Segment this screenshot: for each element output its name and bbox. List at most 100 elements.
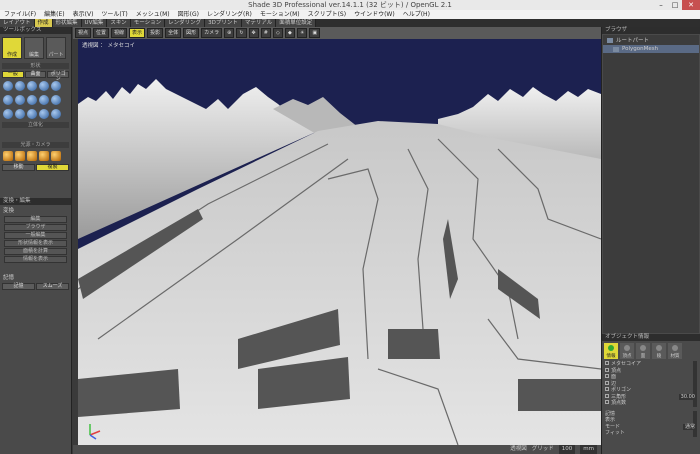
workspace-tab[interactable]: レンダリング [165,19,206,27]
general-edit-button[interactable]: 一般編集 [4,232,67,239]
tree-item-polygonmesh[interactable]: PolygonMesh [603,45,699,53]
create-tab-surface[interactable]: 曲面 [24,71,47,78]
tool-part-button[interactable]: パート [46,37,66,59]
menu-item[interactable]: メッシュ(M) [132,10,174,19]
footer-value[interactable] [693,430,697,437]
checkbox-icon[interactable] [605,400,609,404]
line-icon[interactable] [15,109,25,119]
cone-icon[interactable] [27,81,37,91]
projection-button[interactable]: 投影 [147,28,164,38]
menu-item[interactable]: ウインドウ(W) [350,10,399,19]
workspace-tab[interactable]: スキン [107,19,131,27]
text-shape-icon[interactable] [51,95,61,105]
rotate-icon[interactable]: ↻ [236,28,247,38]
attr-tab-info[interactable]: 情報 [604,343,618,359]
memory-button[interactable]: 記憶 [2,283,35,290]
tool-edit-button[interactable]: 編集 [24,37,44,59]
status-grid-value[interactable]: 100 [558,445,576,454]
checkbox-icon[interactable] [605,387,609,391]
close-icon[interactable]: ✕ [682,0,700,10]
display-button[interactable]: 表示 [129,28,146,38]
tool-create-button[interactable]: 作成 [2,37,22,59]
move-button[interactable]: 移動 [2,164,35,171]
workspace-tab[interactable]: 3Dプリント [205,19,242,27]
light-toggle-icon[interactable]: ☀ [296,28,308,38]
path-icon[interactable] [51,109,61,119]
box-icon[interactable] [3,95,13,105]
pan-icon[interactable]: ✥ [248,28,259,38]
menu-item[interactable]: ファイル(F) [0,10,40,19]
polyline-icon[interactable] [27,109,37,119]
tree-item-root[interactable]: ルートパート [603,35,699,45]
menu-item[interactable]: ツール(T) [97,10,131,19]
workspace-tab[interactable]: UV編集 [81,19,108,27]
capsule-icon[interactable] [15,95,25,105]
render-icon[interactable]: ▣ [309,28,321,38]
minimize-icon[interactable]: – [654,0,668,10]
sphere-icon[interactable] [3,81,13,91]
attr-tab-face[interactable]: 面 [636,343,650,359]
shape-button[interactable]: 図形 [183,28,200,38]
disc-icon[interactable] [51,81,61,91]
camera-button[interactable]: カメラ [201,28,223,38]
shape-icon[interactable] [39,109,49,119]
smooth-button[interactable]: スムーズ [36,283,69,290]
browser-button[interactable]: ブラウザ [4,224,67,231]
cylinder-icon[interactable] [15,81,25,91]
checkbox-icon[interactable] [605,374,609,378]
status-unit[interactable]: mm [580,445,597,454]
shape-info-button[interactable]: 形状情報を表示 [4,240,67,247]
plane-icon[interactable] [39,95,49,105]
create-tab-polygon[interactable]: ポリゴン [47,71,70,82]
attr-tab-vertex[interactable]: 頂点 [620,343,634,359]
camera-icon[interactable] [51,151,61,161]
grid-icon[interactable]: # [260,28,271,38]
shaded-icon[interactable]: ◆ [284,28,295,38]
checkbox-icon[interactable] [605,393,609,398]
curve-icon[interactable] [3,109,13,119]
workspace-tab[interactable]: レイアウト [0,19,35,27]
view-button[interactable]: 視点 [75,28,92,38]
attr-tab-material[interactable]: 材質 [668,343,682,359]
menu-item[interactable]: モーション(M) [256,10,304,19]
checkbox-icon[interactable] [605,367,609,372]
property-value[interactable] [693,400,697,407]
maximize-icon[interactable]: □ [668,0,682,10]
3d-viewport[interactable] [78,39,601,445]
footer-row[interactable]: フィット [602,430,700,437]
fit-all-button[interactable]: 全体 [165,28,182,38]
show-info-button[interactable]: 情報を表示 [4,256,67,263]
menu-item[interactable]: ヘルプ(H) [399,10,434,19]
create-tab-general[interactable]: 一般 [2,71,24,78]
attribute-tabs: 情報 頂点 面 稜 材質 [602,341,700,361]
attr-tab-edge[interactable]: 稜 [652,343,666,359]
menu-item[interactable]: レンダリング(R) [203,10,256,19]
spot-light-icon[interactable] [15,151,25,161]
zoom-icon[interactable]: ⊕ [224,28,235,38]
workspace-tab[interactable]: 形状編集 [52,19,82,27]
line-light-icon[interactable] [39,151,49,161]
checkbox-icon[interactable] [605,361,609,365]
camera-position-button[interactable]: 位置 [93,28,110,38]
pyramid-icon[interactable] [27,95,37,105]
workspace-tab[interactable]: 作成 [34,19,53,27]
menu-item[interactable]: スクリプト(S) [304,10,351,19]
point-light-icon[interactable] [3,151,13,161]
checkbox-icon[interactable] [605,380,609,385]
torus-icon[interactable] [39,81,49,91]
edit-button[interactable]: 編集 [4,216,67,223]
menu-item[interactable]: 図形(G) [174,10,203,19]
duplicate-button[interactable]: 複製 [36,164,69,171]
footer-label: フィット [605,430,625,436]
area-light-icon[interactable] [27,151,37,161]
main-tools: 作成 編集 パート [0,34,71,62]
workspace-tab[interactable]: モーション [130,19,166,27]
area-calc-button[interactable]: 面積を計算 [4,248,67,255]
wireframe-icon[interactable]: ◇ [272,28,283,38]
workspace-tab[interactable]: マテリアル [241,19,277,27]
workspace-tab[interactable]: 面積単位設定 [276,19,317,27]
eye-direction-button[interactable]: 視線 [111,28,128,38]
menu-item[interactable]: 表示(V) [69,10,98,19]
viewport-label: 透視図 ： メタセコイ [82,43,135,49]
menu-item[interactable]: 編集(E) [40,10,68,19]
